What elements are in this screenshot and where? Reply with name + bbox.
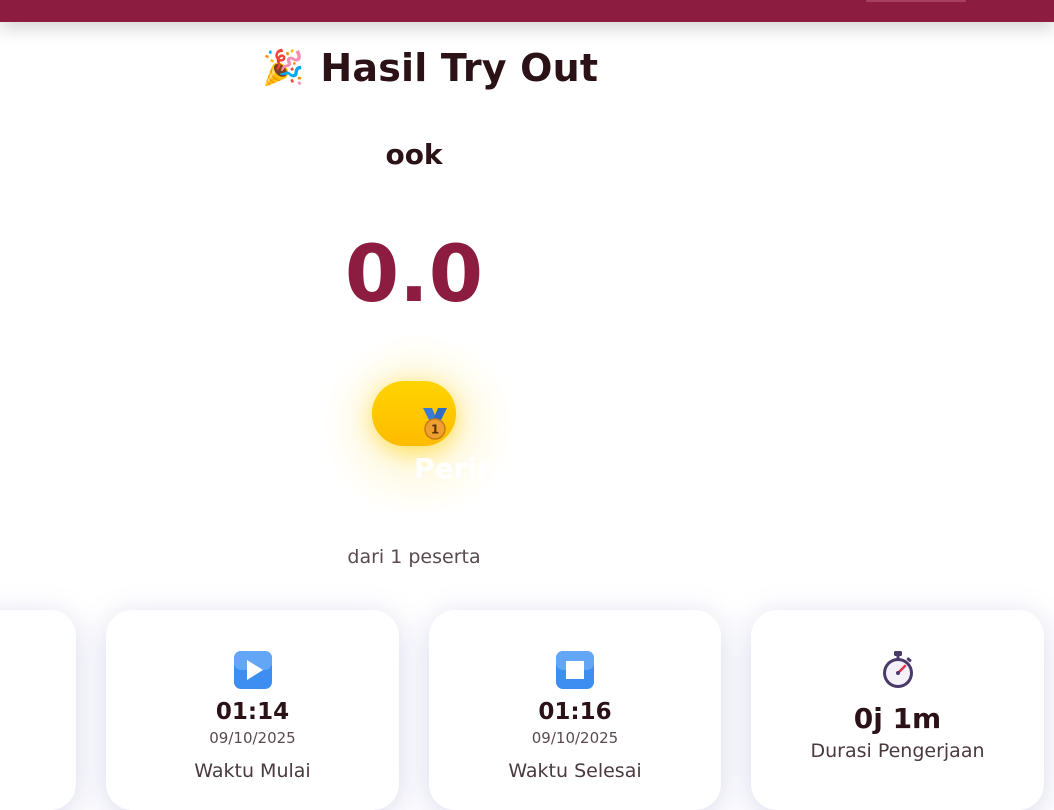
- score-value: 0.0: [344, 230, 484, 320]
- start-time-label: Waktu Mulai: [194, 760, 311, 782]
- medal-1-icon: 1: [423, 408, 447, 440]
- participant-count: dari 1 peserta: [347, 546, 481, 568]
- play-icon: [233, 651, 272, 689]
- end-time-value: 01:16: [538, 699, 612, 725]
- party-popper-icon: 🎉: [262, 48, 305, 88]
- duration-label: Durasi Pengerjaan: [810, 740, 985, 762]
- stat-card-partial: [0, 610, 76, 810]
- stop-icon: [556, 651, 594, 689]
- start-time-value: 01:14: [215, 699, 290, 725]
- svg-text:1: 1: [431, 423, 439, 437]
- user-name: ook: [385, 138, 443, 171]
- nav-indicator: [866, 0, 966, 2]
- stat-card-duration: 0j 1m Durasi Pengerjaan: [751, 610, 1044, 810]
- start-date: 09/10/2025: [209, 729, 296, 747]
- duration-value: 0j 1m: [853, 702, 942, 735]
- page-header: 🎉 Hasil Try Out: [262, 46, 598, 90]
- rank-label: Peringkat 1: [414, 452, 490, 485]
- page-title: Hasil Try Out: [320, 46, 599, 90]
- stat-card-start-time: 01:14 09/10/2025 Waktu Mulai: [106, 610, 399, 810]
- end-time-label: Waktu Selesai: [508, 760, 642, 782]
- end-date: 09/10/2025: [531, 729, 619, 747]
- stat-card-end-time: 01:16 09/10/2025 Waktu Selesai: [429, 610, 721, 810]
- stopwatch-icon: [882, 651, 913, 688]
- top-nav-bar: [0, 0, 1054, 22]
